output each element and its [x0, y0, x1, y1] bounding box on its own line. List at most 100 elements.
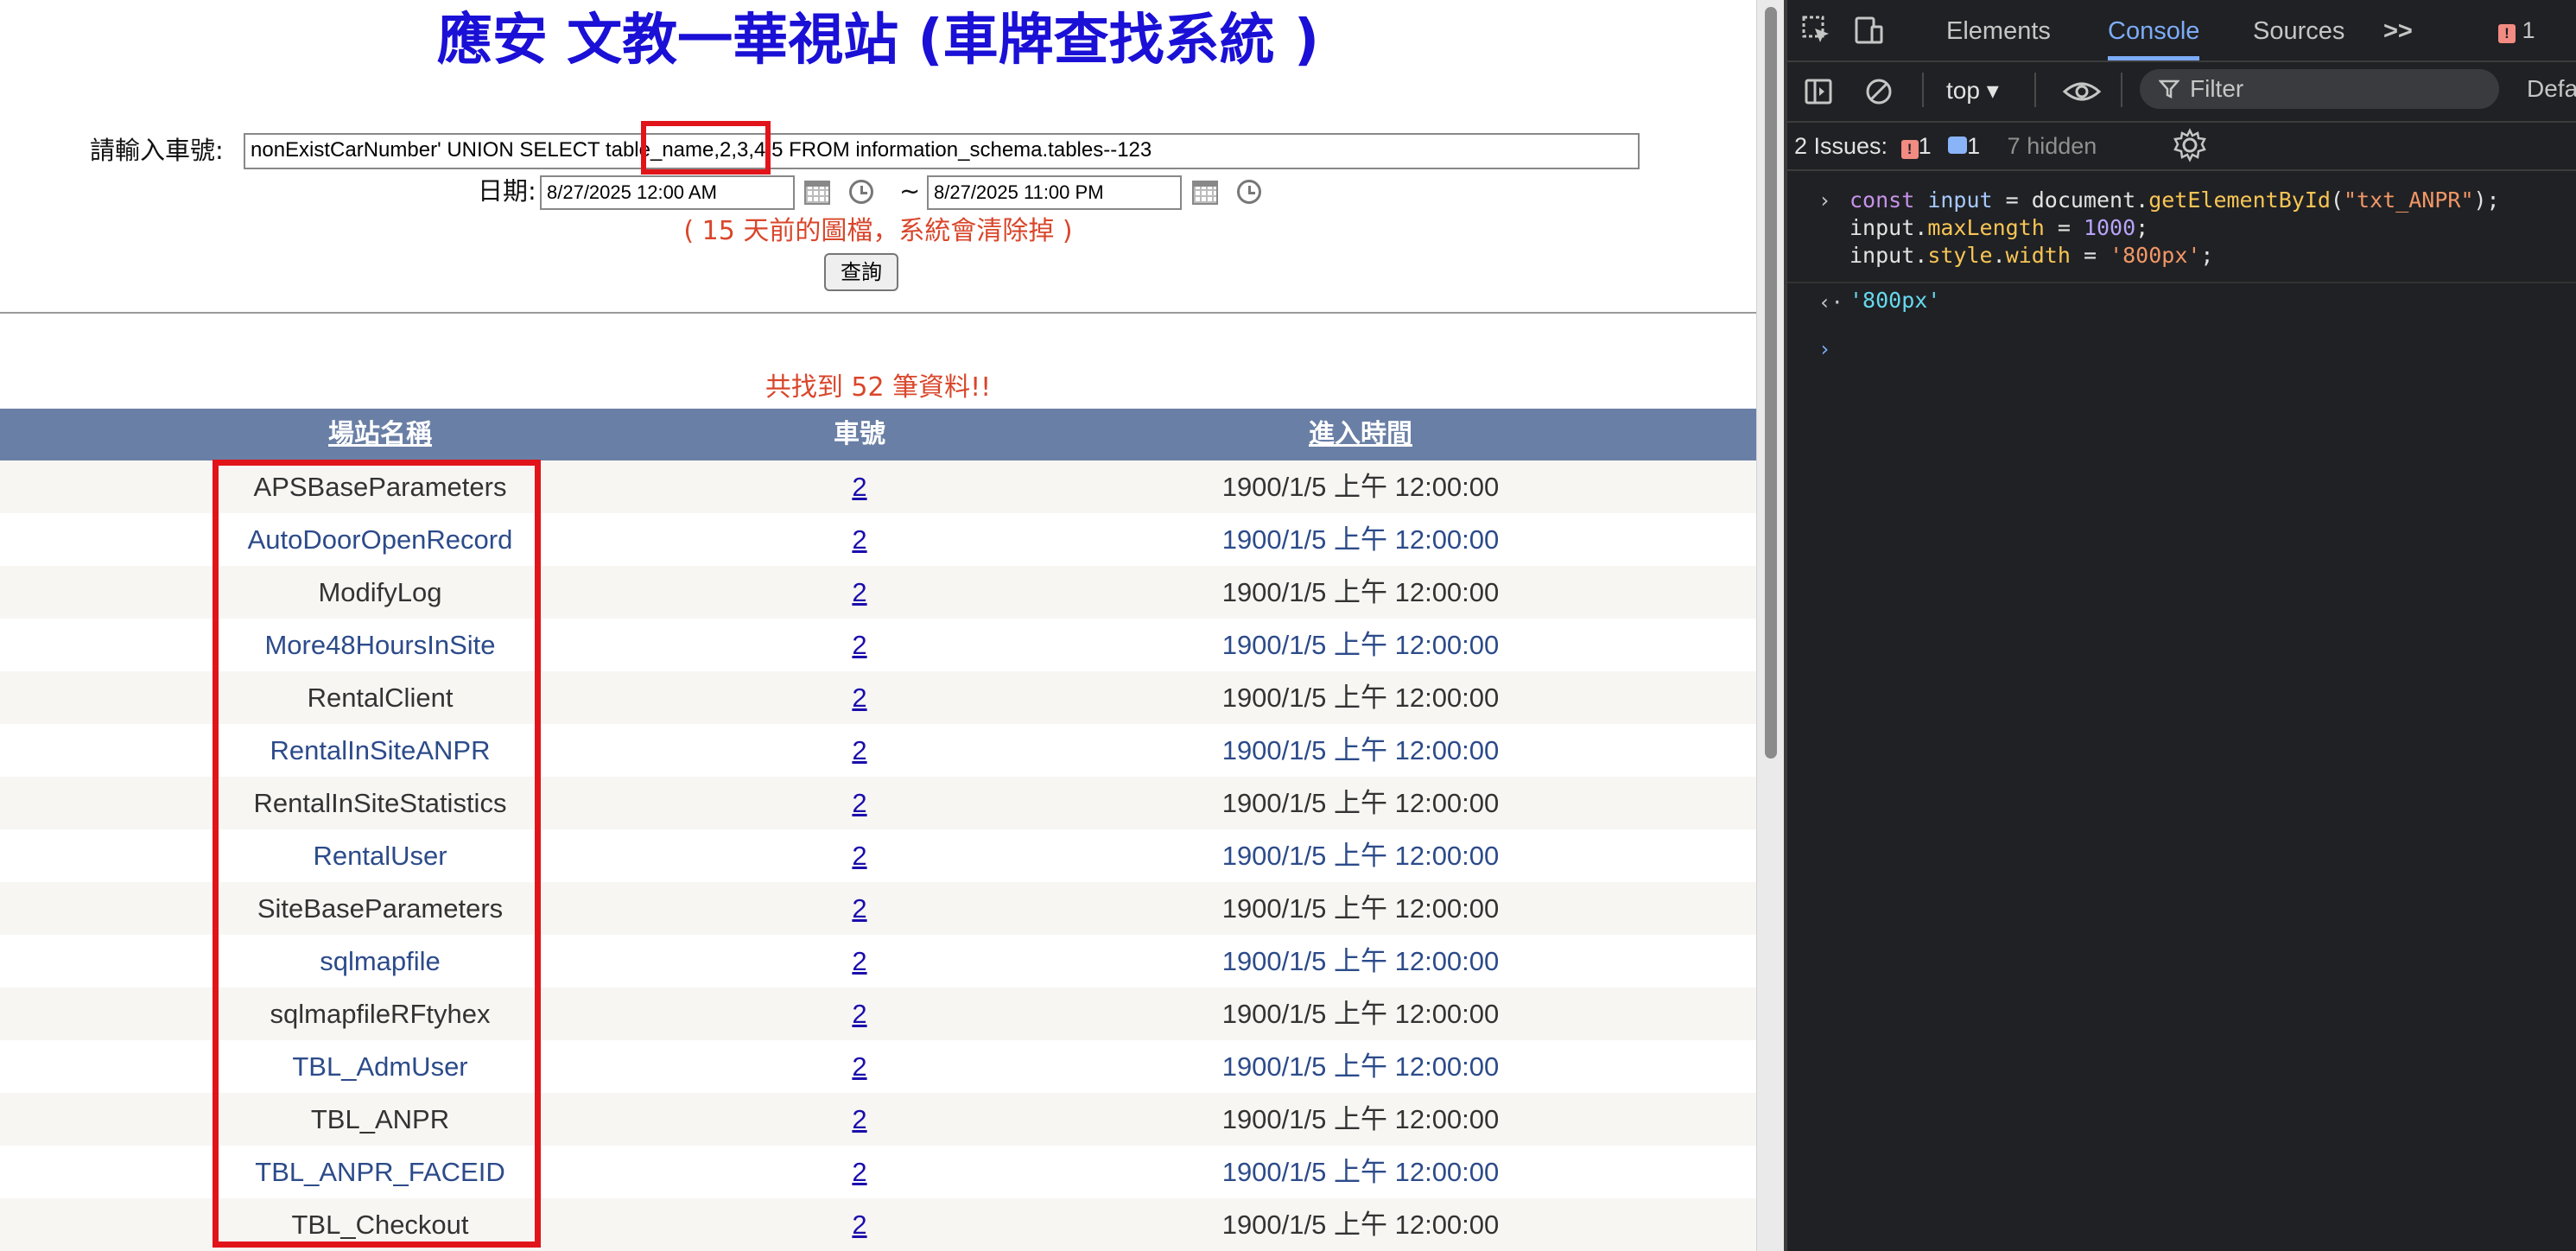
table-row: ModifyLog 2 1900/1/5 上午 12:00:00 [0, 566, 1756, 619]
inspect-icon[interactable] [1801, 15, 1832, 46]
clock-icon[interactable] [1237, 180, 1261, 204]
entry-time-cell: 1900/1/5 上午 12:00:00 [1221, 735, 1500, 765]
plate-input[interactable]: nonExistCarNumber' UNION SELECT table_na… [244, 133, 1640, 169]
plate-number-link[interactable]: 2 [816, 1093, 903, 1146]
issues-summary[interactable]: 2 Issues: ! 1 1 7 hidden [1794, 130, 2097, 162]
date-separator: ~ [899, 176, 921, 206]
issue-count: 1 [2522, 17, 2535, 43]
table-row: TBL_Checkout 2 1900/1/5 上午 12:00:00 [0, 1198, 1756, 1251]
warning-badge-icon: ! [1900, 140, 1919, 159]
issues-divider [1787, 169, 2576, 171]
page-scrollbar[interactable] [1756, 0, 1785, 1251]
entry-time-cell: 1900/1/5 上午 12:00:00 [1221, 1104, 1500, 1134]
plate-number-link[interactable]: 2 [816, 1146, 903, 1198]
entry-time-cell: 1900/1/5 上午 12:00:00 [1221, 946, 1500, 976]
plate-number-link[interactable]: 2 [816, 987, 903, 1040]
entry-time-cell: 1900/1/5 上午 12:00:00 [1221, 472, 1500, 502]
filter-icon [2159, 79, 2179, 99]
plate-number-link[interactable]: 2 [816, 829, 903, 882]
retention-warning: ( 15 天前的圖檔，系統會清除掉 ) [683, 216, 1073, 246]
clock-icon[interactable] [849, 180, 873, 204]
site-name-cell: RentalClient [307, 683, 454, 713]
plate-number-link[interactable]: 2 [816, 671, 903, 724]
calendar-icon[interactable] [804, 181, 830, 205]
entry-time-cell: 1900/1/5 上午 12:00:00 [1221, 788, 1500, 818]
toolbar-separator [1922, 73, 1924, 107]
table-row: SiteBaseParameters 2 1900/1/5 上午 12:00:00 [0, 882, 1756, 935]
plate-number-link[interactable]: 2 [816, 513, 903, 566]
more-tabs-chevron-icon[interactable]: >> [2383, 0, 2413, 60]
site-name-cell: TBL_ANPR_FACEID [255, 1157, 505, 1187]
table-row: sqlmapfile 2 1900/1/5 上午 12:00:00 [0, 935, 1756, 987]
tab-console[interactable]: Console [2108, 0, 2200, 60]
calendar-icon[interactable] [1192, 181, 1218, 205]
tab-elements[interactable]: Elements [1946, 0, 2051, 60]
device-toolbar-icon[interactable] [1853, 15, 1884, 46]
settings-gear-icon[interactable] [2173, 128, 2207, 162]
date-to-input[interactable]: 8/27/2025 11:00 PM [927, 175, 1182, 210]
sidebar-icon[interactable] [1803, 76, 1834, 107]
console-divider [1787, 282, 2576, 283]
issues-warn-count: 1 [1918, 133, 1932, 159]
console-filter-input[interactable]: Filter [2140, 69, 2499, 109]
devtools-panel: Elements Console Sources >> ! 1 top ▾ Fi [1787, 0, 2576, 1251]
site-name-cell: RentalInSiteStatistics [253, 788, 507, 818]
plate-number-link[interactable]: 2 [816, 777, 903, 829]
console-prompt-icon[interactable]: › [1818, 335, 1830, 363]
site-name-cell: More48HoursInSite [264, 630, 496, 660]
plate-number-link[interactable]: 2 [816, 935, 903, 987]
header-site-name[interactable]: 場站名稱 [216, 409, 544, 460]
table-row: TBL_ANPR 2 1900/1/5 上午 12:00:00 [0, 1093, 1756, 1146]
eye-icon[interactable] [2062, 76, 2102, 107]
date-label: 日期: [478, 176, 536, 206]
divider [0, 312, 1756, 314]
entry-time-cell: 1900/1/5 上午 12:00:00 [1221, 841, 1500, 871]
entry-time-cell: 1900/1/5 上午 12:00:00 [1221, 577, 1500, 607]
date-from-input[interactable]: 8/27/2025 12:00 AM [540, 175, 795, 210]
entry-time-cell: 1900/1/5 上午 12:00:00 [1221, 524, 1500, 555]
return-arrow-icon: ‹· [1818, 290, 1843, 314]
table-row: RentalClient 2 1900/1/5 上午 12:00:00 [0, 671, 1756, 724]
page-title: 應安 文教一華視站 (車牌查找系統 ) [436, 9, 1320, 73]
entry-time-cell: 1900/1/5 上午 12:00:00 [1221, 630, 1500, 660]
table-row: AutoDoorOpenRecord 2 1900/1/5 上午 12:00:00 [0, 513, 1756, 566]
plate-number-link[interactable]: 2 [816, 1040, 903, 1093]
table-row: TBL_AdmUser 2 1900/1/5 上午 12:00:00 [0, 1040, 1756, 1093]
issues-label: 2 Issues: [1794, 133, 1888, 159]
plate-label: 請輸入車號: [90, 136, 224, 165]
table-row: RentalUser 2 1900/1/5 上午 12:00:00 [0, 829, 1756, 882]
tab-sources[interactable]: Sources [2253, 0, 2344, 60]
entry-time-cell: 1900/1/5 上午 12:00:00 [1221, 999, 1500, 1029]
issues-info-count: 1 [1967, 133, 1981, 159]
site-name-cell: RentalUser [313, 841, 447, 871]
scroll-thumb[interactable] [1765, 7, 1777, 759]
console-result[interactable]: '800px' [1850, 287, 1940, 314]
clear-console-icon[interactable] [1863, 76, 1894, 107]
toolbar-separator [2121, 73, 2122, 107]
default-levels-dropdown[interactable]: Defa [2527, 69, 2576, 109]
plate-number-link[interactable]: 2 [816, 460, 903, 513]
devtools-tabbar: Elements Console Sources >> ! 1 [1787, 0, 2576, 62]
table-header: 場站名稱 車號 進入時間 [0, 409, 1756, 460]
site-name-cell: SiteBaseParameters [257, 893, 504, 924]
console-input-line-2[interactable]: input.maxLength = 1000; [1850, 214, 2148, 242]
console-input-line-1[interactable]: const input = document.getElementById("t… [1850, 187, 2500, 214]
plate-number-link[interactable]: 2 [816, 566, 903, 619]
plate-number-link[interactable]: 2 [816, 1198, 903, 1251]
issues-counter[interactable]: ! 1 [2498, 17, 2535, 43]
plate-number-link[interactable]: 2 [816, 724, 903, 777]
entry-time-cell: 1900/1/5 上午 12:00:00 [1221, 1157, 1500, 1187]
header-entry-time[interactable]: 進入時間 [1188, 409, 1533, 460]
hidden-count: 7 hidden [2007, 133, 2097, 159]
context-selector[interactable]: top ▾ [1946, 71, 1999, 111]
site-name-cell: TBL_ANPR [310, 1104, 450, 1134]
console-input-line-3[interactable]: input.style.width = '800px'; [1850, 242, 2213, 270]
highlight-table-name-box [641, 121, 771, 175]
site-name-cell: sqlmapfile [320, 946, 441, 976]
filter-placeholder: Filter [2190, 75, 2244, 102]
issues-bar: 2 Issues: ! 1 1 7 hidden [1787, 123, 2576, 169]
plate-number-link[interactable]: 2 [816, 882, 903, 935]
plate-number-link[interactable]: 2 [816, 619, 903, 671]
entry-time-cell: 1900/1/5 上午 12:00:00 [1221, 1051, 1500, 1082]
query-button[interactable]: 查詢 [824, 253, 898, 291]
